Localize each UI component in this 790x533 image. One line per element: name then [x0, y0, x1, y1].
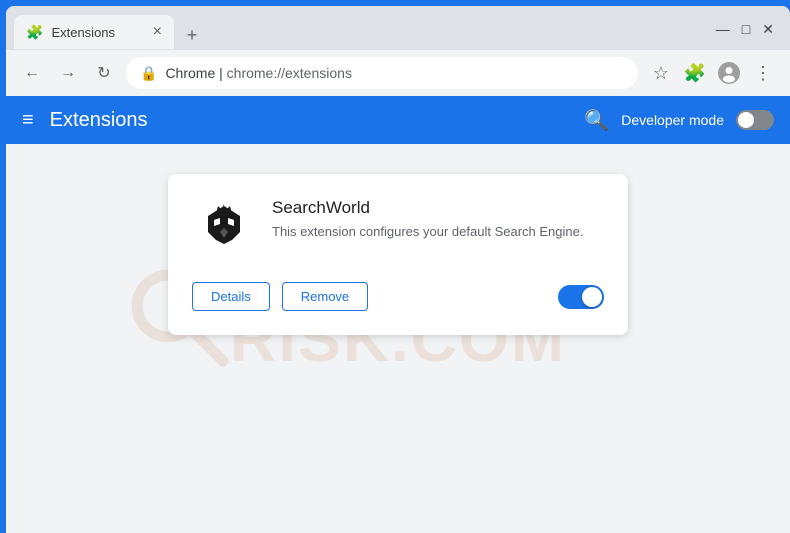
- toggle-thumb: [738, 112, 754, 128]
- tab-title: Extensions: [51, 25, 144, 40]
- site-name: Chrome: [165, 65, 215, 81]
- reload-button[interactable]: ↻: [90, 59, 118, 87]
- extension-icon: [196, 202, 252, 258]
- menu-button[interactable]: ⋮: [748, 58, 778, 88]
- tab-close-button[interactable]: ×: [153, 24, 162, 40]
- extensions-header: ≡ Extensions 🔍 Developer mode: [6, 96, 790, 144]
- search-button[interactable]: 🔍: [584, 108, 609, 133]
- close-button[interactable]: ✕: [762, 22, 774, 36]
- header-right: 🔍 Developer mode: [584, 108, 774, 133]
- title-bar: 🧩 Extensions × + — □ ✕: [6, 6, 790, 50]
- developer-mode-toggle[interactable]: [736, 110, 774, 130]
- minimize-button[interactable]: —: [716, 22, 730, 36]
- lock-icon: 🔒: [140, 65, 157, 82]
- developer-mode-label: Developer mode: [621, 112, 724, 128]
- bookmark-button[interactable]: ☆: [646, 58, 676, 88]
- new-tab-button[interactable]: +: [178, 21, 206, 49]
- extension-card: SearchWorld This extension configures yo…: [168, 174, 628, 335]
- remove-button[interactable]: Remove: [282, 282, 368, 311]
- toolbar-right: ☆ 🧩 ⋮: [646, 58, 778, 88]
- browser-window: 🧩 Extensions × + — □ ✕ ← → ↻ 🔒 Chrome | …: [6, 6, 790, 533]
- window-controls: — □ ✕: [708, 22, 782, 36]
- extension-name: SearchWorld: [272, 198, 604, 218]
- maximize-button[interactable]: □: [742, 22, 750, 36]
- extension-logo: [192, 198, 256, 262]
- card-bottom: Details Remove: [192, 282, 604, 311]
- details-button[interactable]: Details: [192, 282, 270, 311]
- back-button[interactable]: ←: [18, 59, 46, 87]
- extension-toggle-thumb: [582, 287, 602, 307]
- extension-info: SearchWorld This extension configures yo…: [272, 198, 604, 242]
- tab-strip: 🧩 Extensions × +: [14, 15, 708, 49]
- account-button[interactable]: [714, 58, 744, 88]
- extension-description: This extension configures your default S…: [272, 222, 604, 242]
- extension-toggle[interactable]: [558, 285, 604, 309]
- extensions-title: Extensions: [50, 109, 585, 132]
- hamburger-icon[interactable]: ≡: [22, 109, 34, 132]
- separator: |: [215, 65, 226, 81]
- url-path: chrome://extensions: [227, 65, 352, 81]
- address-field[interactable]: 🔒 Chrome | chrome://extensions: [126, 57, 638, 89]
- address-text: Chrome | chrome://extensions: [165, 65, 352, 81]
- forward-button[interactable]: →: [54, 59, 82, 87]
- browser-tab[interactable]: 🧩 Extensions ×: [14, 15, 174, 49]
- card-top: SearchWorld This extension configures yo…: [192, 198, 604, 262]
- tab-extensions-icon: 🧩: [26, 24, 43, 41]
- address-bar-row: ← → ↻ 🔒 Chrome | chrome://extensions ☆ 🧩…: [6, 50, 790, 96]
- main-content: RISK.COM: [6, 144, 790, 533]
- extensions-toolbar-button[interactable]: 🧩: [680, 58, 710, 88]
